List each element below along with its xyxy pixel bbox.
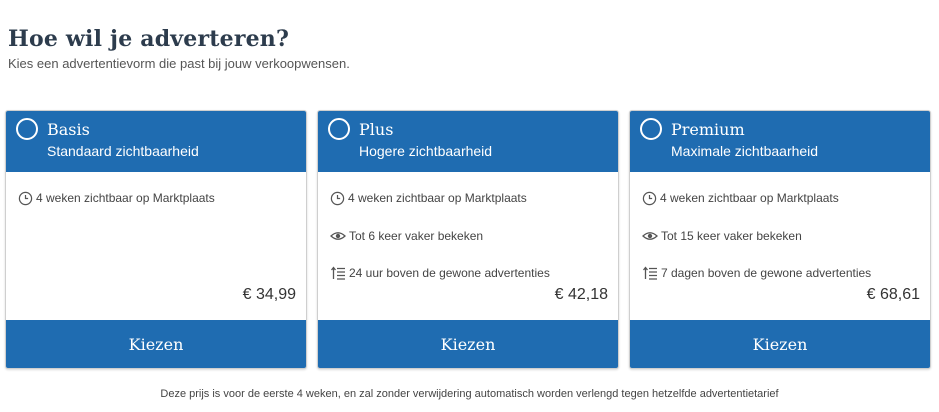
plan-card-header[interactable]: Plus Hogere zichtbaarheid	[318, 111, 618, 172]
plan-radio-premium[interactable]	[640, 118, 662, 140]
plan-feature: 24 uur boven de gewone advertenties	[330, 264, 550, 282]
plan-radio-plus[interactable]	[328, 118, 350, 140]
plan-feature: Tot 15 keer vaker bekeken	[642, 227, 802, 245]
plan-price: € 68,61	[866, 286, 920, 303]
plan-price: € 34,99	[242, 286, 296, 303]
plan-name: Plus	[359, 120, 394, 139]
plan-feature-text: Tot 6 keer vaker bekeken	[349, 229, 484, 243]
plan-radio-basis[interactable]	[16, 118, 38, 140]
choose-plus-button[interactable]: Kiezen	[318, 320, 618, 368]
plan-card-premium[interactable]: Premium Maximale zichtbaarheid 4 weken z…	[629, 110, 931, 369]
choose-premium-button[interactable]: Kiezen	[630, 320, 930, 368]
clock-icon	[642, 191, 657, 205]
clock-icon	[18, 191, 33, 205]
eye-icon	[642, 232, 658, 240]
plan-subtitle: Standaard zichtbaarheid	[47, 143, 199, 159]
plan-feature-text: 4 weken zichtbaar op Marktplaats	[36, 191, 215, 205]
plan-feature: 4 weken zichtbaar op Marktplaats	[642, 189, 839, 207]
pricing-footnote: Deze prijs is voor de eerste 4 weken, en…	[160, 388, 779, 400]
plan-feature-text: 4 weken zichtbaar op Marktplaats	[348, 191, 527, 205]
eye-icon	[330, 232, 346, 240]
plan-feature-text: 4 weken zichtbaar op Marktplaats	[660, 191, 839, 205]
page-title: Hoe wil je adverteren?	[8, 26, 290, 52]
plan-card-plus[interactable]: Plus Hogere zichtbaarheid 4 weken zichtb…	[317, 110, 619, 369]
plan-feature: Tot 6 keer vaker bekeken	[330, 227, 483, 245]
plan-feature: 4 weken zichtbaar op Marktplaats	[18, 189, 215, 207]
clock-icon	[330, 191, 345, 205]
plan-cards: Basis Standaard zichtbaarheid 4 weken zi…	[5, 110, 933, 370]
top-listing-icon	[642, 266, 657, 280]
plan-feature-text: Tot 15 keer vaker bekeken	[661, 229, 802, 243]
plan-subtitle: Maximale zichtbaarheid	[671, 143, 819, 159]
top-listing-icon	[330, 266, 345, 280]
plan-subtitle: Hogere zichtbaarheid	[359, 143, 493, 159]
page-subtitle: Kies een advertentievorm die past bij jo…	[8, 56, 350, 71]
plan-card-header[interactable]: Basis Standaard zichtbaarheid	[6, 111, 306, 172]
plan-feature: 7 dagen boven de gewone advertenties	[642, 264, 871, 282]
plan-feature-text: 24 uur boven de gewone advertenties	[349, 266, 550, 280]
plan-card-header[interactable]: Premium Maximale zichtbaarheid	[630, 111, 930, 172]
plan-name: Basis	[47, 120, 90, 139]
choose-basis-button[interactable]: Kiezen	[6, 320, 306, 368]
plan-name: Premium	[671, 120, 745, 139]
plan-price: € 42,18	[554, 286, 608, 303]
plan-feature: 4 weken zichtbaar op Marktplaats	[330, 189, 527, 207]
plan-card-basis[interactable]: Basis Standaard zichtbaarheid 4 weken zi…	[5, 110, 307, 369]
plan-feature-text: 7 dagen boven de gewone advertenties	[661, 266, 872, 280]
